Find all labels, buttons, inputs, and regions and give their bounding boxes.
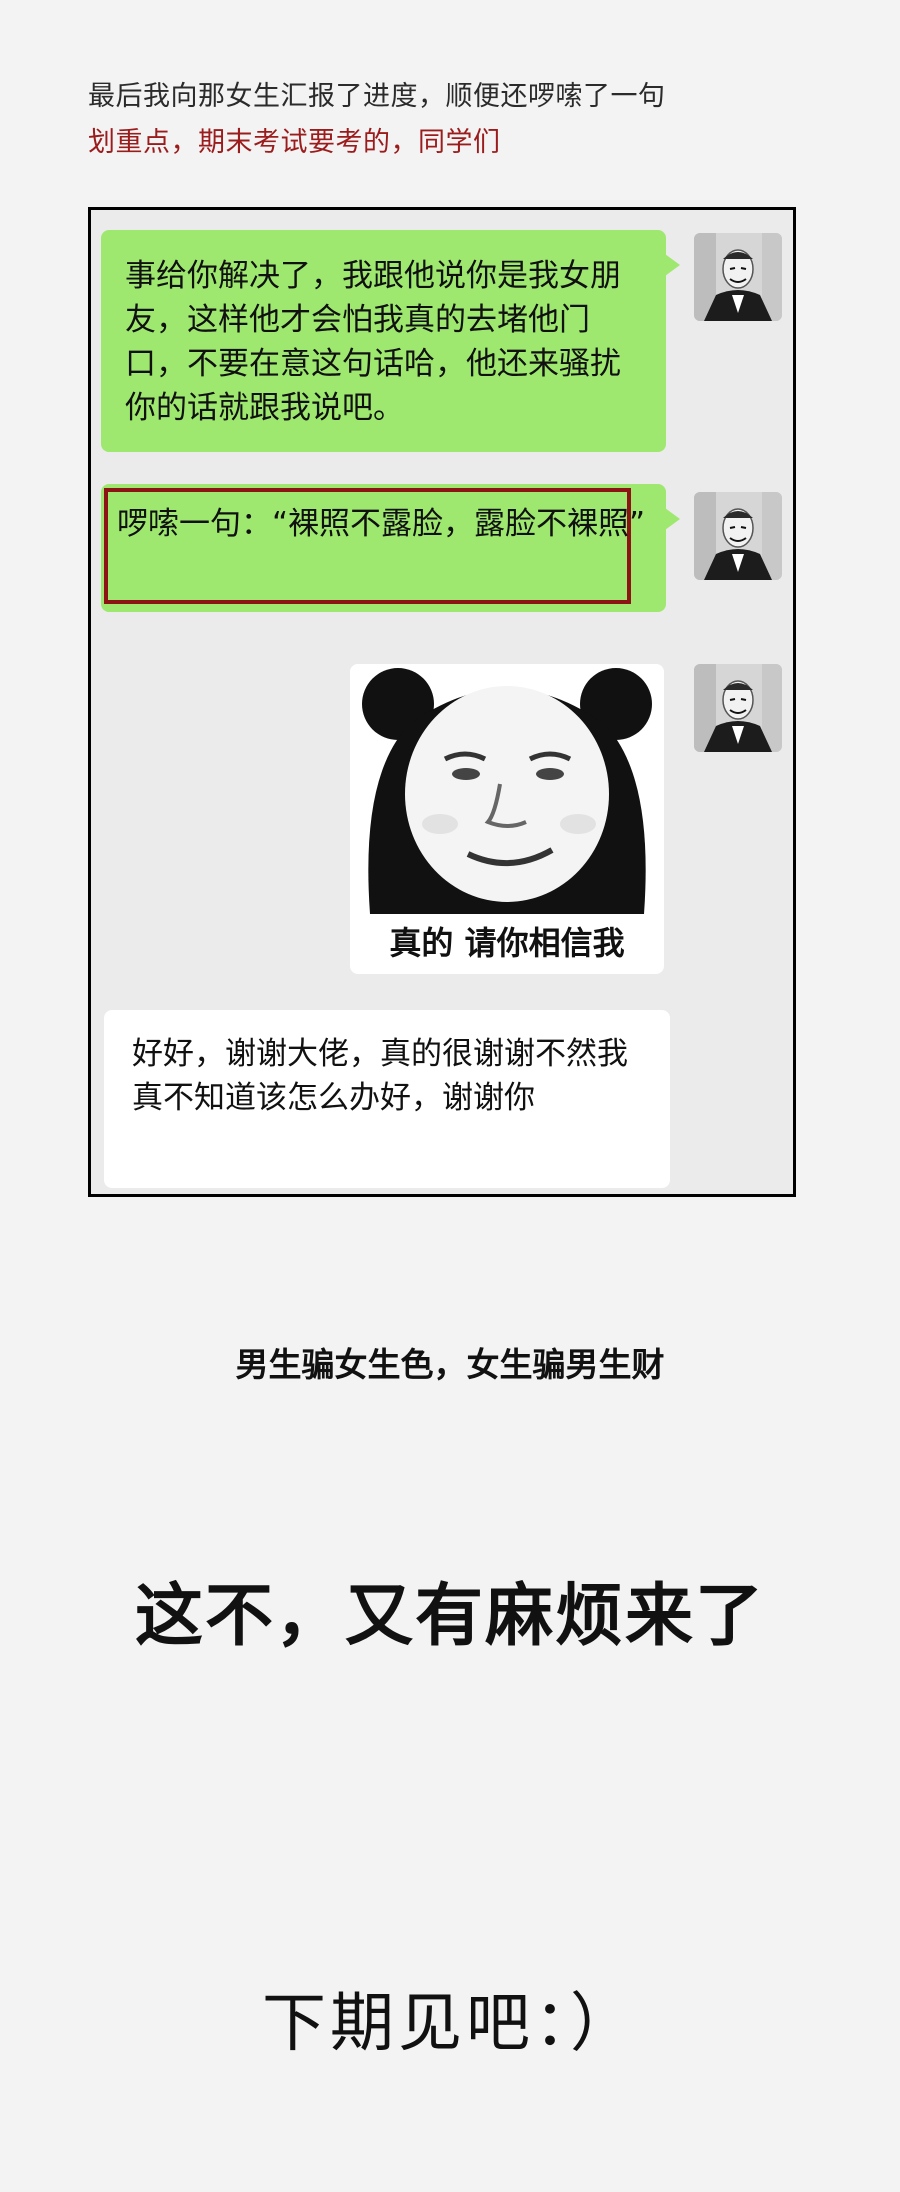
sticker-message[interactable]: 真的 请你相信我 xyxy=(350,664,664,974)
sticker-caption: 真的 请你相信我 xyxy=(389,924,625,962)
avatar-icon[interactable] xyxy=(694,664,782,752)
avatar-icon[interactable] xyxy=(694,233,782,321)
intro-text: 最后我向那女生汇报了进度，顺便还啰嗦了一句 划重点，期末考试要考的，同学们 xyxy=(88,74,848,166)
tagline: 男生骗女生色，女生骗男生财 xyxy=(235,1345,665,1384)
message-bubble-received[interactable]: 好好，谢谢大佬，真的很谢谢不然我真不知道该怎么办好，谢谢你 xyxy=(104,1010,670,1188)
intro-line-2-highlight: 划重点，期末考试要考的，同学们 xyxy=(88,127,501,158)
panda-face-meme-icon xyxy=(350,664,664,914)
message-bubble-sent-highlighted[interactable]: 啰嗦一句：“裸照不露脸，露脸不裸照” xyxy=(101,484,680,612)
message-text: 好好，谢谢大佬，真的很谢谢不然我真不知道该怎么办好，谢谢你 xyxy=(132,1036,628,1116)
signoff: 下期见吧：） xyxy=(262,1987,638,2061)
intro-line-1: 最后我向那女生汇报了进度，顺便还啰嗦了一句 xyxy=(88,81,666,112)
avatar-icon[interactable] xyxy=(694,492,782,580)
message-text: 啰嗦一句：“裸照不露脸，露脸不裸照” xyxy=(117,506,646,542)
chat-screenshot: 事给你解决了，我跟他说你是我女朋友，这样他才会怕我真的去堵他门口，不要在意这句话… xyxy=(88,207,796,1197)
message-bubble-sent[interactable]: 事给你解决了，我跟他说你是我女朋友，这样他才会怕我真的去堵他门口，不要在意这句话… xyxy=(101,230,680,452)
headline: 这不，又有麻烦来了 xyxy=(134,1577,765,1656)
message-text: 事给你解决了，我跟他说你是我女朋友，这样他才会怕我真的去堵他门口，不要在意这句话… xyxy=(125,258,621,426)
